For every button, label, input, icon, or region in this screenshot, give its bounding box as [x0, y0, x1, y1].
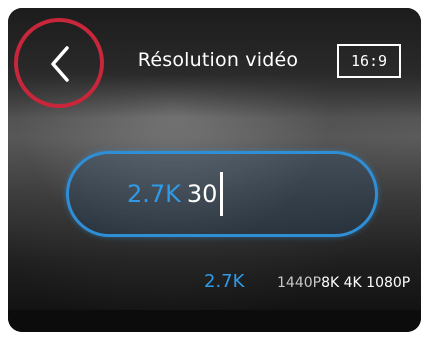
resolution-options: 2.7K 1440P8K 4K 1080P [8, 271, 421, 301]
resolution-fps-selector[interactable]: 2.7K 30 [66, 151, 378, 237]
aspect-ratio-button[interactable]: 16:9 [337, 44, 401, 78]
option-1080p[interactable]: 1080P [366, 275, 410, 291]
chevron-left-icon [51, 46, 69, 82]
option-selected[interactable]: 2.7K [204, 271, 244, 292]
bottom-band [8, 310, 421, 332]
back-button[interactable] [38, 38, 82, 90]
option-list: 1440P8K 4K 1080P [277, 275, 410, 291]
page-title: Résolution vidéo [137, 49, 299, 71]
option-4k[interactable]: 4K [344, 275, 362, 291]
page: Résolution vidéo 16:9 2.7K 30 2.7K 1440P… [0, 0, 429, 340]
resolution-value: 2.7K [127, 180, 181, 208]
option-1440p[interactable]: 1440P [277, 275, 321, 291]
selection-cursor [220, 172, 224, 216]
option-8k[interactable]: 8K [321, 275, 339, 291]
camera-screen: Résolution vidéo 16:9 2.7K 30 2.7K 1440P… [8, 8, 421, 332]
fps-value: 30 [186, 180, 218, 208]
